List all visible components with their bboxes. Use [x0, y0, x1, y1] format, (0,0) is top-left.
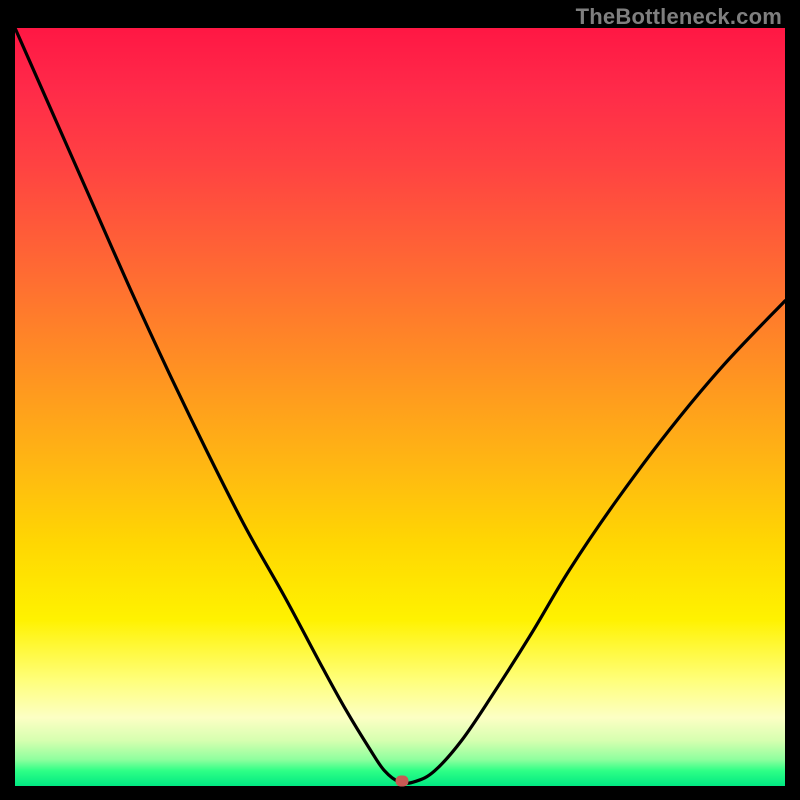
chart-frame: TheBottleneck.com [0, 0, 800, 800]
plot-area [15, 28, 785, 786]
curve-path [15, 28, 785, 783]
watermark-text: TheBottleneck.com [576, 4, 782, 30]
optimal-point-marker [396, 775, 409, 786]
bottleneck-curve [15, 28, 785, 786]
